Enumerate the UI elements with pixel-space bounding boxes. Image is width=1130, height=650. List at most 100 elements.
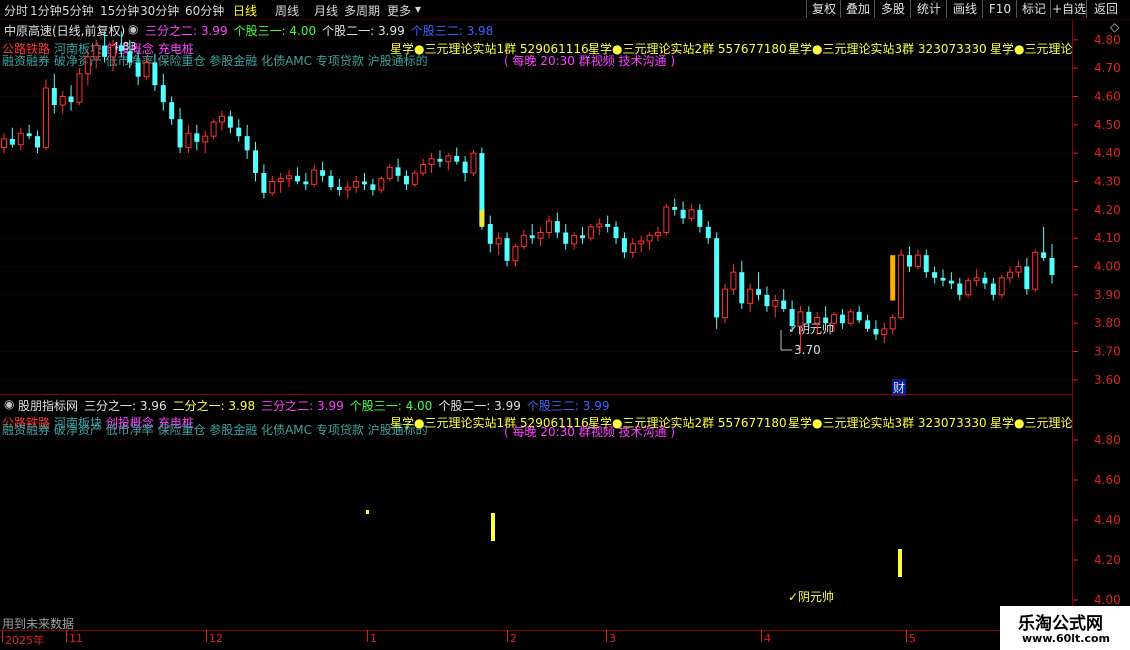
- date-label-0: 2025年: [5, 634, 44, 647]
- ad-2: 星学●三元理论实站3群 323073330: [788, 416, 987, 430]
- price-label: 4.40: [1094, 146, 1121, 160]
- candle-body-down: [403, 175, 409, 185]
- candle-body-up: [654, 232, 661, 236]
- price-label: 4.50: [1094, 118, 1121, 132]
- candle-body-up: [143, 62, 150, 78]
- candle-body-up: [889, 317, 896, 330]
- candle-body-up: [84, 56, 91, 75]
- candle-body-down: [1024, 266, 1030, 290]
- candle-body-up: [629, 243, 636, 253]
- candle-body-down: [51, 88, 57, 105]
- candle-body-up: [269, 181, 276, 194]
- indicator-5: 个股三二: 3.99: [526, 399, 610, 413]
- candle-body-up: [881, 328, 888, 336]
- candle-body-down: [177, 119, 183, 148]
- watermark-title: 乐淘公式网: [1018, 614, 1103, 634]
- candle-body-down: [160, 85, 166, 103]
- date-label-3: 1: [370, 632, 377, 645]
- date-tick: [606, 630, 607, 642]
- date-tick: [206, 630, 207, 642]
- marker-bar: [479, 209, 485, 227]
- sub-signal-bar: [491, 513, 495, 541]
- candle-body-down: [1049, 258, 1055, 275]
- candlestick-chart[interactable]: 4.80 4.70 4.60 4.50 4.40 4.30 4.20 4.10 4.00 3.90…: [0, 0, 1130, 650]
- candle-body-down: [236, 127, 242, 137]
- candle-body-up: [495, 237, 502, 245]
- candle-body-up: [445, 155, 452, 163]
- indicator-3: 个股三一: 4.00: [349, 399, 433, 413]
- candle-body-up: [722, 288, 729, 318]
- candle-body-up: [537, 232, 544, 239]
- candle-body-up: [512, 246, 519, 262]
- candle-body-up: [411, 172, 418, 185]
- candle-body-up: [688, 209, 695, 219]
- watermark: 乐淘公式网 www.60lt.com: [1000, 606, 1130, 650]
- candle-body-down: [873, 328, 879, 335]
- candle-body-down: [194, 133, 200, 142]
- candle-body-up: [646, 234, 653, 242]
- candle-body-down: [839, 314, 845, 324]
- panel-divider: [0, 394, 1072, 395]
- candle-body-down: [303, 181, 309, 185]
- sub-price-label: 4.00: [1094, 593, 1121, 607]
- candle-body-down: [336, 187, 342, 190]
- candle-body-down: [605, 224, 611, 227]
- candle-body-down: [362, 181, 368, 185]
- sub-tags-line2: 融资融券 破净资产 低市净率 保险重仓 参股金融 化债AMC 专项贷款 沪股通标…: [2, 423, 428, 437]
- candle-body-down: [135, 62, 141, 77]
- price-label: 4.30: [1094, 175, 1121, 189]
- price-label: 4.20: [1094, 203, 1121, 217]
- candle-body-up: [185, 132, 192, 148]
- candle-body-down: [227, 116, 233, 128]
- price-label: 3.90: [1094, 288, 1121, 302]
- candle-body-up: [353, 181, 360, 188]
- candle-body-up: [420, 164, 427, 174]
- candle-body-up: [772, 300, 779, 307]
- candle-body-down: [462, 161, 468, 173]
- candle-body-down: [118, 45, 124, 52]
- price-axis-line: [1072, 20, 1073, 630]
- candle-body-up: [520, 234, 527, 248]
- candle-body-down: [529, 235, 535, 239]
- date-label-5: 3: [609, 632, 616, 645]
- candle-body-down: [294, 175, 300, 182]
- sub-settings-icon[interactable]: ◉: [4, 397, 14, 411]
- candle-body-up: [587, 226, 594, 239]
- candle-body-up: [311, 169, 318, 185]
- candle-body-up: [571, 234, 578, 245]
- candle-body-up: [663, 206, 670, 233]
- candle-body-up: [730, 271, 737, 290]
- candle-body-down: [982, 277, 988, 284]
- ad-3: 星学●三元理论: [990, 416, 1073, 430]
- candle-body-up: [202, 135, 209, 143]
- candle-body-down: [35, 136, 41, 148]
- candle-body-up: [1007, 271, 1014, 279]
- candle-body-down: [613, 226, 619, 239]
- date-label-2: 12: [209, 632, 223, 645]
- candle-body-down: [856, 311, 862, 321]
- watermark-url: www.60lt.com: [1022, 632, 1111, 645]
- candle-body-down: [504, 238, 510, 261]
- candle-body-up: [914, 254, 921, 268]
- candle-body-down: [714, 238, 720, 318]
- candle-body-up: [831, 314, 838, 324]
- candle-body-up: [1015, 266, 1022, 273]
- date-tick: [66, 630, 67, 642]
- indicator-1: 二分之一: 3.98: [172, 399, 256, 413]
- candle-body-up: [847, 311, 854, 324]
- candle-body-down: [756, 289, 762, 295]
- candle-body-down: [697, 209, 703, 227]
- candle-body-up: [973, 277, 980, 282]
- candle-body-down: [320, 170, 326, 176]
- candle-body-up: [42, 87, 49, 148]
- price-label: 3.70: [1094, 345, 1121, 359]
- date-label-4: 2: [510, 632, 517, 645]
- indicator-2: 三分之二: 3.99: [261, 399, 344, 413]
- candle-body-up: [386, 166, 393, 180]
- candle-body-down: [680, 209, 686, 219]
- candle-body-down: [127, 51, 133, 63]
- candle-body-down: [823, 317, 829, 324]
- date-label-6: 4: [764, 632, 771, 645]
- marker-bar: [890, 255, 896, 301]
- indicator-4: 个股二一: 3.99: [438, 399, 521, 413]
